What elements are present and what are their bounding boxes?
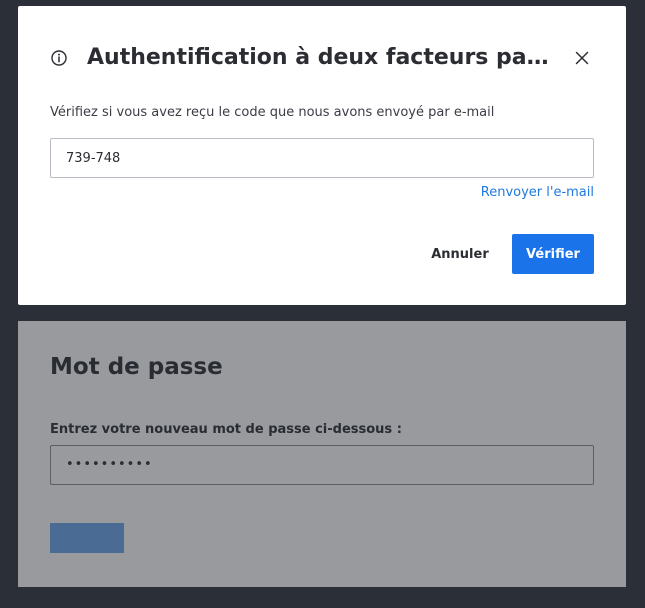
cancel-button[interactable]: Annuler <box>416 234 504 274</box>
info-icon <box>50 49 68 67</box>
close-icon <box>575 51 589 65</box>
resend-email-link[interactable]: Renvoyer l'e-mail <box>481 185 594 200</box>
verification-code-input[interactable] <box>50 138 594 178</box>
dialog-description: Vérifiez si vous avez reçu le code que n… <box>50 105 495 120</box>
dialog-header: Authentification à deux facteurs par e..… <box>50 42 594 74</box>
verify-button[interactable]: Vérifier <box>512 234 594 274</box>
dialog-title: Authentification à deux facteurs par e..… <box>87 45 557 70</box>
two-factor-dialog: Authentification à deux facteurs par e..… <box>18 6 626 305</box>
close-button[interactable] <box>570 46 594 70</box>
